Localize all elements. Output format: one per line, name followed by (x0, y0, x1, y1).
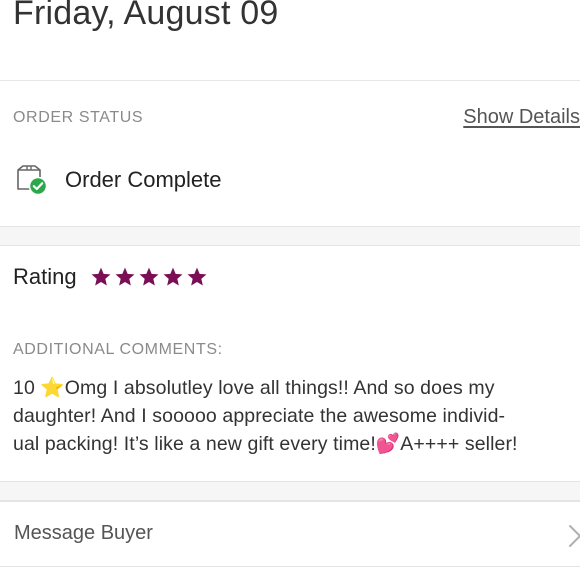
star-icon (115, 267, 135, 286)
star-icon (163, 267, 183, 286)
chevron-right-icon (569, 525, 580, 547)
show-details-link[interactable]: Show Details (463, 106, 580, 129)
order-status-label: ORDER STATUS (13, 109, 144, 126)
divider (0, 80, 580, 81)
order-status-row: Order Complete (14, 162, 222, 198)
additional-comments-label: ADDITIONAL COMMENTS: (13, 341, 223, 358)
rating-row: Rating (13, 264, 210, 290)
package-check-icon (17, 165, 48, 196)
star-icon (187, 267, 207, 286)
rating-label: Rating (13, 264, 77, 289)
section-separator (0, 481, 580, 501)
star-icon (91, 267, 111, 286)
comment-line: daughter! And I sooooo appreciate the aw… (13, 405, 506, 427)
order-status-text: Order Complete (65, 167, 222, 192)
comment-text: 10 ⭐Omg I absolutley love all things!! A… (13, 374, 573, 458)
message-buyer-row[interactable]: Message Buyer (0, 501, 580, 567)
order-detail-page: Friday, August 09 ORDER STATUS Show Deta… (0, 0, 580, 580)
section-separator (0, 226, 580, 246)
comment-line: ual packing! It’s like a new gift every … (13, 433, 518, 455)
comment-line: 10 ⭐Omg I absolutley love all things!! A… (13, 377, 495, 399)
message-buyer-label: Message Buyer (14, 522, 153, 544)
order-date: Friday, August 09 (13, 0, 279, 32)
star-icon (139, 267, 159, 286)
star-rating (90, 266, 210, 288)
